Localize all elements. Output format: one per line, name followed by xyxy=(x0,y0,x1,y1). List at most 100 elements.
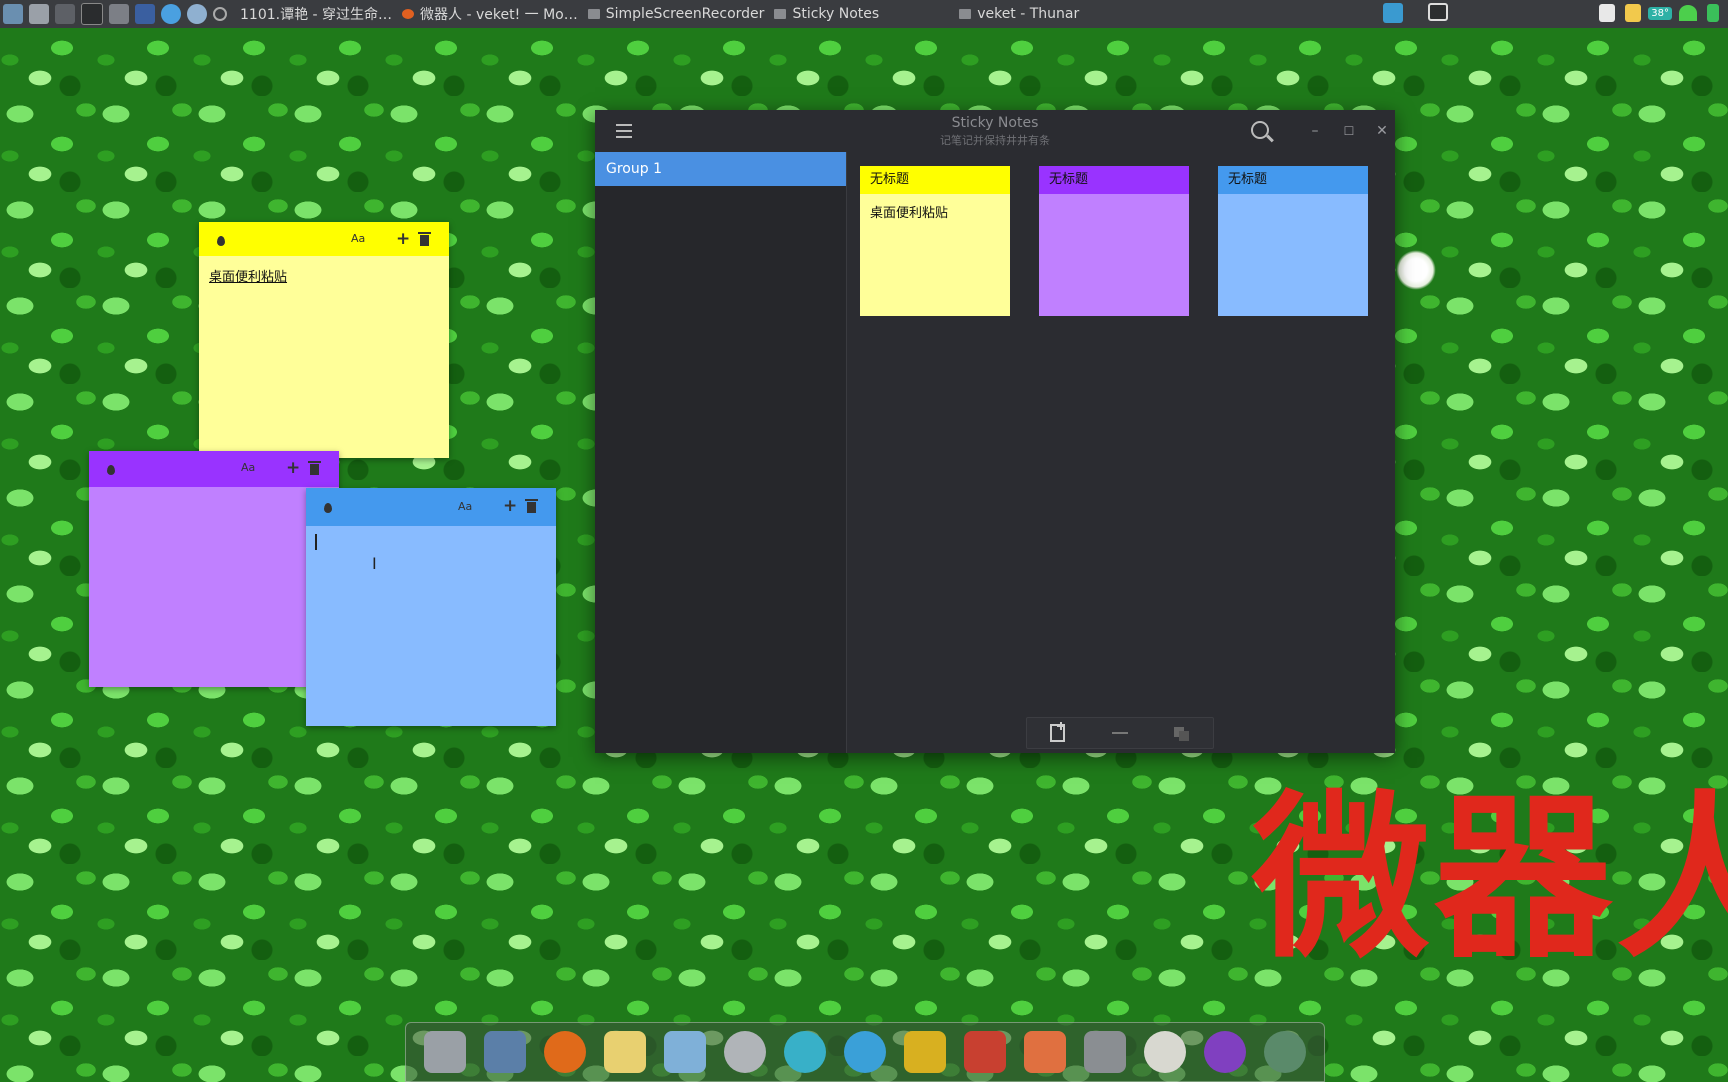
ibeam-cursor-icon: I xyxy=(372,554,377,573)
printer-icon[interactable] xyxy=(109,4,129,24)
top-taskbar: 1101.谭艳 - 穿过生命… 微器人 - veket! 一 Mo… Simpl… xyxy=(0,0,1728,28)
task-music[interactable]: 1101.谭艳 - 穿过生命… xyxy=(240,4,392,24)
desktop-icon[interactable] xyxy=(1383,3,1403,23)
font-icon[interactable]: Aa xyxy=(241,460,255,476)
dock-globe-icon[interactable] xyxy=(1264,1031,1306,1073)
note-card-text: 桌面便利粘贴 xyxy=(870,206,949,221)
show-desktop-icon[interactable] xyxy=(1428,3,1448,21)
text-caret xyxy=(315,534,317,550)
task-sticky-notes[interactable]: Sticky Notes xyxy=(774,6,879,22)
window-subtitle: 记笔记并保持井井有条 xyxy=(940,134,1050,147)
temperature-badge: 38° xyxy=(1648,6,1672,20)
note-header[interactable]: Aa + xyxy=(89,451,339,487)
bottom-dock xyxy=(405,1022,1325,1082)
minimize-icon[interactable]: – xyxy=(1304,120,1326,142)
plus-icon[interactable]: + xyxy=(503,498,517,515)
drop-icon[interactable] xyxy=(324,503,332,513)
desktop-note-purple[interactable]: Aa + xyxy=(89,451,339,687)
task-sticky-label: Sticky Notes xyxy=(792,6,880,22)
task-browser-label: 微器人 - veket! 一 Mo… xyxy=(420,7,578,23)
window-icon xyxy=(587,9,600,19)
window-titlebar[interactable]: Sticky Notes 记笔记并保持井井有条 – ☐ ✕ xyxy=(595,110,1395,152)
dock-atom-icon[interactable] xyxy=(784,1031,826,1073)
app-menu-icon[interactable] xyxy=(3,4,23,24)
task-thunar[interactable]: veket - Thunar xyxy=(959,6,1079,22)
wifi-icon[interactable] xyxy=(1679,5,1697,21)
note-card-text xyxy=(1039,194,1189,210)
terminal-icon[interactable] xyxy=(81,3,103,25)
window-icon xyxy=(774,9,787,19)
task-recorder-label: SimpleScreenRecorder xyxy=(605,6,765,22)
task-browser[interactable]: 微器人 - veket! 一 Mo… xyxy=(402,4,578,24)
duplicate-icon xyxy=(1174,727,1189,741)
wallpaper-text: 微器人 xyxy=(1252,775,1728,982)
new-note-icon xyxy=(1050,722,1065,742)
screen-icon[interactable] xyxy=(135,4,155,24)
dock-monitor-icon[interactable] xyxy=(484,1031,526,1073)
dock-rocket-icon[interactable] xyxy=(1024,1031,1066,1073)
dock-image-icon[interactable] xyxy=(664,1031,706,1073)
dock-editor-icon[interactable] xyxy=(604,1031,646,1073)
dock-firefox-dev-icon[interactable] xyxy=(1204,1031,1246,1073)
wallpaper-flower xyxy=(1396,250,1436,290)
dock-disk-icon[interactable] xyxy=(724,1031,766,1073)
plus-icon[interactable]: + xyxy=(396,231,410,248)
plus-icon[interactable]: + xyxy=(286,460,300,477)
dock-settings-icon[interactable] xyxy=(1144,1031,1186,1073)
note-text[interactable]: I xyxy=(306,526,556,726)
battery-icon[interactable] xyxy=(1707,4,1719,22)
font-icon[interactable]: Aa xyxy=(351,231,365,247)
system-tray: 38° xyxy=(1596,4,1722,22)
dock-drive-icon[interactable] xyxy=(1084,1031,1126,1073)
search-icon[interactable] xyxy=(1251,121,1269,139)
globe-icon[interactable] xyxy=(187,4,207,24)
note-text[interactable] xyxy=(89,487,339,507)
task-recorder[interactable]: SimpleScreenRecorder xyxy=(587,6,765,22)
maximize-icon[interactable]: ☐ xyxy=(1338,120,1360,142)
trash-icon[interactable] xyxy=(525,499,538,513)
note-card-text xyxy=(1218,194,1368,210)
note-card-2[interactable]: 无标题 xyxy=(1039,166,1189,316)
duplicate-note-button[interactable] xyxy=(1151,718,1213,748)
font-icon[interactable]: Aa xyxy=(458,499,472,515)
dock-app-icon[interactable] xyxy=(424,1031,466,1073)
minus-icon xyxy=(1112,732,1128,734)
group-sidebar: Group 1 xyxy=(595,152,847,753)
note-card-1[interactable]: 无标题 桌面便利粘贴 xyxy=(860,166,1010,316)
desktop-note-yellow[interactable]: Aa + 桌面便利粘贴 xyxy=(199,222,449,458)
note-card-title: 无标题 xyxy=(1218,166,1368,194)
drop-icon[interactable] xyxy=(217,236,225,246)
dock-chart-icon[interactable] xyxy=(964,1031,1006,1073)
note-content: 桌面便利粘贴 xyxy=(209,270,288,285)
sticky-notes-window: Sticky Notes 记笔记并保持井井有条 – ☐ ✕ Group 1 无标… xyxy=(595,110,1395,753)
note-header[interactable]: Aa + xyxy=(199,222,449,256)
dock-firefox-icon[interactable] xyxy=(544,1031,586,1073)
close-icon[interactable]: ✕ xyxy=(1371,120,1393,142)
task-thunar-label: veket - Thunar xyxy=(977,6,1080,22)
window-title: Sticky Notes xyxy=(951,115,1039,131)
notes-tray-icon[interactable] xyxy=(1599,4,1616,22)
note-card-title: 无标题 xyxy=(1039,166,1189,194)
folder-icon xyxy=(959,9,972,19)
note-card-3[interactable]: 无标题 xyxy=(1218,166,1368,316)
record-icon[interactable] xyxy=(213,7,227,21)
trash-icon[interactable] xyxy=(418,232,431,246)
delete-note-button[interactable] xyxy=(1089,718,1151,748)
trash-icon[interactable] xyxy=(308,461,321,475)
clock-icon[interactable] xyxy=(161,4,181,24)
note-actions-bar xyxy=(1026,717,1214,749)
settings-icon[interactable] xyxy=(29,4,49,24)
clipboard-tray-icon[interactable] xyxy=(1625,4,1642,22)
note-header[interactable]: Aa + xyxy=(306,488,556,526)
desktop-note-blue[interactable]: Aa + I xyxy=(306,488,556,726)
note-text[interactable]: 桌面便利粘贴 xyxy=(199,256,449,295)
drop-icon[interactable] xyxy=(107,465,115,475)
firefox-icon xyxy=(402,9,415,19)
play-icon[interactable] xyxy=(55,4,75,24)
dock-player-icon[interactable] xyxy=(844,1031,886,1073)
task-music-label: 1101.谭艳 - 穿过生命… xyxy=(240,7,393,23)
note-card-title: 无标题 xyxy=(860,166,1010,194)
dock-book-icon[interactable] xyxy=(904,1031,946,1073)
sidebar-item-group-1[interactable]: Group 1 xyxy=(595,152,846,186)
new-note-button[interactable] xyxy=(1027,718,1089,748)
